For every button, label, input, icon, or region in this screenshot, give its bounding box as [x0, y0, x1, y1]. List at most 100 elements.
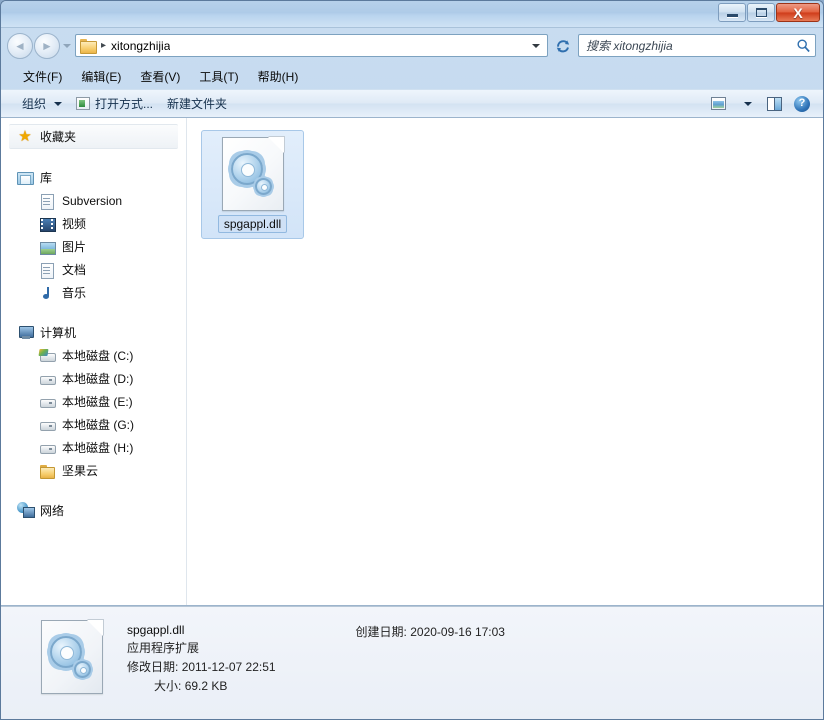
address-bar[interactable]: ▸ xitongzhijia	[75, 34, 548, 57]
navigation-pane: ★ 收藏夹 库 Subversion 视频	[1, 118, 187, 605]
sidebar-label-videos: 视频	[62, 215, 86, 232]
sidebar-label-drive-g: 本地磁盘 (G:)	[62, 416, 134, 433]
details-created-label: 创建日期:	[356, 625, 407, 639]
open-with-label: 打开方式...	[95, 95, 153, 112]
network-icon	[17, 502, 33, 518]
sidebar-item-network[interactable]: 网络	[1, 498, 186, 522]
breadcrumb-path[interactable]: xitongzhijia	[111, 39, 170, 53]
sidebar-item-music[interactable]: 音乐	[1, 281, 186, 304]
sidebar-item-videos[interactable]: 视频	[1, 212, 186, 235]
drive-icon	[39, 417, 55, 433]
chevron-down-icon	[63, 44, 71, 48]
organize-button[interactable]: 组织	[15, 92, 69, 115]
sidebar-label-computer: 计算机	[40, 324, 76, 341]
file-list-pane[interactable]: spgappl.dll	[187, 118, 823, 605]
chevron-down-icon	[744, 102, 752, 106]
details-size-row: 大小: 69.2 KB	[127, 677, 276, 694]
explorer-body: ★ 收藏夹 库 Subversion 视频	[1, 118, 823, 606]
view-mode-button[interactable]	[705, 93, 731, 115]
sidebar-item-subversion[interactable]: Subversion	[1, 189, 186, 212]
back-button[interactable]: ◄	[7, 33, 33, 59]
search-input[interactable]: 搜索 xitongzhijia	[586, 37, 796, 54]
menu-item-tools[interactable]: 工具(T)	[191, 65, 246, 88]
maximize-button[interactable]	[747, 3, 775, 22]
details-file-type: 应用程序扩展	[127, 639, 276, 656]
sidebar-item-documents[interactable]: 文档	[1, 258, 186, 281]
view-mode-dropdown[interactable]	[733, 93, 759, 115]
computer-icon	[17, 324, 33, 340]
navigation-buttons: ◄ ►	[7, 33, 60, 59]
sidebar-spacer-3	[1, 484, 186, 498]
command-toolbar: 组织 打开方式... 新建文件夹 ?	[1, 89, 823, 118]
sidebar-item-drive-e[interactable]: 本地磁盘 (E:)	[1, 390, 186, 413]
maximize-icon	[756, 8, 767, 17]
file-item[interactable]: spgappl.dll	[201, 130, 304, 239]
search-box[interactable]: 搜索 xitongzhijia	[578, 34, 816, 57]
menu-item-help[interactable]: 帮助(H)	[250, 65, 307, 88]
new-folder-button[interactable]: 新建文件夹	[160, 92, 234, 115]
sidebar-item-libraries[interactable]: 库	[1, 165, 186, 189]
sidebar-label-subversion: Subversion	[62, 194, 122, 208]
file-name-label[interactable]: spgappl.dll	[218, 215, 287, 233]
address-bar-row: ◄ ► ▸ xitongzhijia 搜索 xitongzhijia	[1, 28, 823, 63]
help-icon: ?	[794, 96, 810, 112]
sidebar-label-drive-d: 本地磁盘 (D:)	[62, 370, 133, 387]
title-bar: X	[1, 1, 823, 28]
star-icon: ★	[17, 129, 33, 145]
forward-button[interactable]: ►	[34, 33, 60, 59]
sidebar-item-drive-c[interactable]: 本地磁盘 (C:)	[1, 344, 186, 367]
sidebar-item-drive-h[interactable]: 本地磁盘 (H:)	[1, 436, 186, 459]
folder-icon	[80, 39, 96, 52]
sidebar-label-drive-h: 本地磁盘 (H:)	[62, 439, 133, 456]
sidebar-spacer-2	[1, 306, 186, 320]
organize-label: 组织	[22, 95, 46, 112]
breadcrumb-separator-icon: ▸	[101, 40, 106, 51]
details-file-name: spgappl.dll	[127, 623, 276, 637]
details-right-group: 创建日期: 2020-09-16 17:03	[356, 620, 505, 640]
sidebar-label-drive-c: 本地磁盘 (C:)	[62, 347, 133, 364]
picture-icon	[39, 239, 55, 255]
view-mode-icon	[711, 97, 726, 110]
new-folder-label: 新建文件夹	[167, 95, 227, 112]
menu-item-view[interactable]: 查看(V)	[132, 65, 188, 88]
toolbar-right-group: ?	[705, 93, 815, 115]
video-icon	[39, 216, 55, 232]
system-drive-icon	[39, 348, 55, 364]
library-icon	[17, 169, 33, 185]
sidebar-label-jianguoyun: 坚果云	[62, 462, 98, 479]
sidebar-item-drive-d[interactable]: 本地磁盘 (D:)	[1, 367, 186, 390]
document-icon	[39, 193, 55, 209]
close-button[interactable]: X	[776, 3, 820, 22]
details-modified-value: 2011-12-07 22:51	[182, 660, 276, 674]
sidebar-label-music: 音乐	[62, 284, 86, 301]
menu-item-edit[interactable]: 编辑(E)	[73, 65, 129, 88]
minimize-icon	[727, 14, 738, 17]
minimize-button[interactable]	[718, 3, 746, 22]
preview-pane-icon	[767, 97, 782, 111]
sidebar-item-favorites[interactable]: ★ 收藏夹	[9, 124, 178, 149]
nav-group-computer: 计算机 本地磁盘 (C:) 本地磁盘 (D:) 本地磁盘 (E:) 本地磁盘 (…	[1, 320, 186, 482]
open-with-icon	[76, 97, 90, 110]
nav-group-network: 网络	[1, 498, 186, 522]
refresh-icon	[555, 38, 571, 54]
menu-bar: 文件(F) 编辑(E) 查看(V) 工具(T) 帮助(H)	[1, 63, 823, 89]
sidebar-item-jianguoyun[interactable]: 坚果云	[1, 459, 186, 482]
menu-item-file[interactable]: 文件(F)	[15, 65, 70, 88]
drive-icon	[39, 440, 55, 456]
sidebar-item-computer[interactable]: 计算机	[1, 320, 186, 344]
preview-pane-button[interactable]	[761, 93, 787, 115]
sidebar-label-favorites: 收藏夹	[40, 128, 76, 145]
details-created-value: 2020-09-16 17:03	[410, 625, 505, 639]
address-dropdown-button[interactable]	[527, 44, 545, 48]
sidebar-spacer-1	[1, 151, 186, 165]
help-button[interactable]: ?	[789, 93, 815, 115]
sidebar-label-pictures: 图片	[62, 238, 86, 255]
open-with-button[interactable]: 打开方式...	[69, 92, 160, 115]
recent-locations-button[interactable]	[60, 33, 73, 59]
chevron-down-icon	[54, 102, 62, 106]
refresh-button[interactable]	[551, 34, 575, 57]
window-controls: X	[718, 3, 820, 22]
sidebar-item-drive-g[interactable]: 本地磁盘 (G:)	[1, 413, 186, 436]
sidebar-item-pictures[interactable]: 图片	[1, 235, 186, 258]
details-size-label: 大小:	[154, 679, 181, 693]
